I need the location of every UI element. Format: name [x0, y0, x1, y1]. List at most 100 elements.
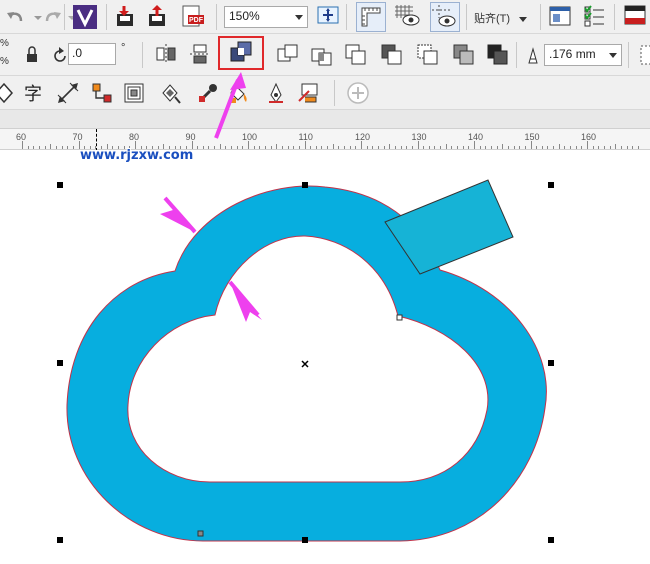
trim-icon[interactable]	[276, 43, 300, 67]
full-screen-icon[interactable]	[316, 4, 340, 28]
horizontal-ruler[interactable]: 60 70 80 90 100 110 120 130 140 150 160	[0, 128, 650, 151]
color-eyedropper-icon[interactable]	[196, 81, 220, 105]
weld-button[interactable]	[218, 36, 264, 70]
ruler-minor-tick	[581, 146, 583, 149]
selection-handle[interactable]	[57, 360, 63, 366]
ruler-minor-tick	[276, 144, 278, 149]
selection-center-marker	[301, 360, 309, 368]
ruler-minor-tick	[507, 146, 509, 149]
application-launcher-icon[interactable]	[622, 4, 646, 28]
mirror-horizontal-icon[interactable]	[154, 42, 178, 66]
show-grid-icon[interactable]	[393, 4, 421, 28]
ruler-minor-tick	[434, 146, 436, 149]
toolbar-separator	[216, 4, 217, 30]
ruler-minor-tick	[524, 146, 526, 149]
mirror-vertical-icon[interactable]	[188, 42, 212, 66]
selection-handle[interactable]	[548, 182, 554, 188]
ruler-minor-tick	[55, 146, 57, 149]
ruler-minor-tick	[253, 146, 255, 149]
ruler-minor-tick	[598, 146, 600, 149]
path-node[interactable]	[197, 530, 204, 537]
scale-percent-label: %	[0, 56, 9, 67]
ruler-minor-tick	[44, 146, 46, 149]
text-tool-button[interactable]: 字	[20, 81, 46, 105]
ruler-minor-tick	[50, 144, 52, 149]
ruler-minor-tick	[231, 146, 233, 149]
weld-icon	[228, 39, 254, 68]
ruler-minor-tick	[310, 146, 312, 149]
ruler-minor-tick	[553, 146, 555, 149]
undo-icon[interactable]	[4, 5, 28, 29]
rotation-angle-value: .0	[72, 46, 83, 60]
ruler-minor-tick	[445, 144, 447, 149]
ruler-tick-label: 110	[298, 132, 313, 142]
drawing-canvas[interactable]	[0, 150, 650, 564]
lock-ratio-icon[interactable]	[20, 43, 44, 67]
selection-handle[interactable]	[548, 360, 554, 366]
ruler-minor-tick	[202, 146, 204, 149]
ruler-minor-tick	[287, 146, 289, 149]
snap-to-menu[interactable]: 贴齐(T)	[474, 10, 528, 26]
ruler-minor-tick	[632, 146, 634, 149]
intersect-icon[interactable]	[310, 43, 334, 67]
publish-pdf-icon[interactable]: PDF	[180, 4, 204, 28]
toolbar-separator	[466, 4, 467, 30]
smart-drawing-icon[interactable]	[296, 81, 320, 105]
show-guidelines-icon[interactable]	[430, 2, 460, 32]
ruler-tick-label: 130	[411, 132, 427, 142]
ruler-minor-tick	[496, 146, 498, 149]
path-node[interactable]	[396, 314, 403, 321]
ruler-minor-tick	[281, 146, 283, 149]
ruler-minor-tick	[564, 146, 566, 149]
show-rulers-icon[interactable]	[356, 2, 386, 32]
export-icon[interactable]	[146, 4, 170, 28]
create-boundary-icon[interactable]	[452, 43, 476, 67]
front-minus-back-icon[interactable]	[380, 43, 404, 67]
selection-handle[interactable]	[302, 182, 308, 188]
chevron-down-icon	[295, 15, 303, 20]
connector-tool-icon[interactable]	[90, 81, 114, 105]
ruler-major-tick	[417, 141, 419, 149]
back-minus-front-icon[interactable]	[416, 43, 440, 67]
zoom-level-combo[interactable]: 150%	[224, 6, 308, 28]
ruler-minor-tick	[270, 146, 272, 149]
selection-handle[interactable]	[302, 537, 308, 543]
ruler-minor-tick	[541, 146, 543, 149]
transparency-tool-icon[interactable]	[158, 81, 182, 105]
ruler-tick-label: 60	[16, 132, 27, 142]
ruler-minor-tick	[406, 146, 408, 149]
dimension-tool-icon[interactable]	[56, 81, 80, 105]
corel-connect-icon[interactable]	[71, 3, 99, 31]
ruler-minor-tick	[344, 146, 346, 149]
degree-unit-label: °	[121, 42, 126, 54]
shape-tool-icon[interactable]	[0, 81, 16, 105]
zoom-level-value: 150%	[229, 9, 260, 23]
simplify-icon[interactable]	[344, 43, 368, 67]
interactive-fill-icon[interactable]	[228, 81, 252, 105]
ruler-major-tick	[474, 141, 475, 149]
add-tool-icon[interactable]	[346, 81, 370, 105]
combine-icon[interactable]	[486, 43, 510, 67]
ruler-minor-tick	[197, 146, 199, 149]
ruler-minor-tick	[72, 146, 74, 149]
ruler-minor-tick	[519, 146, 521, 149]
selection-handle[interactable]	[57, 182, 63, 188]
selection-handle[interactable]	[57, 537, 63, 543]
ruler-minor-tick	[383, 146, 385, 149]
import-icon[interactable]	[114, 4, 138, 28]
smart-fill-icon[interactable]	[264, 81, 288, 105]
svg-text:PDF: PDF	[189, 17, 204, 24]
rotation-angle-input[interactable]: .0	[68, 43, 116, 65]
ruler-tick-label: 80	[129, 132, 140, 142]
ruler-minor-tick	[242, 146, 244, 149]
welcome-screen-icon[interactable]	[548, 4, 572, 28]
scale-percent-label: %	[0, 38, 9, 49]
selection-handle[interactable]	[548, 537, 554, 543]
ruler-minor-tick	[327, 146, 329, 149]
ruler-minor-tick	[575, 146, 577, 149]
blend-tool-icon[interactable]	[122, 81, 146, 105]
outline-width-combo[interactable]: .176 mm	[544, 44, 622, 66]
more-options-icon[interactable]	[634, 43, 650, 67]
ruler-minor-tick	[513, 146, 515, 149]
options-icon[interactable]	[582, 4, 606, 28]
